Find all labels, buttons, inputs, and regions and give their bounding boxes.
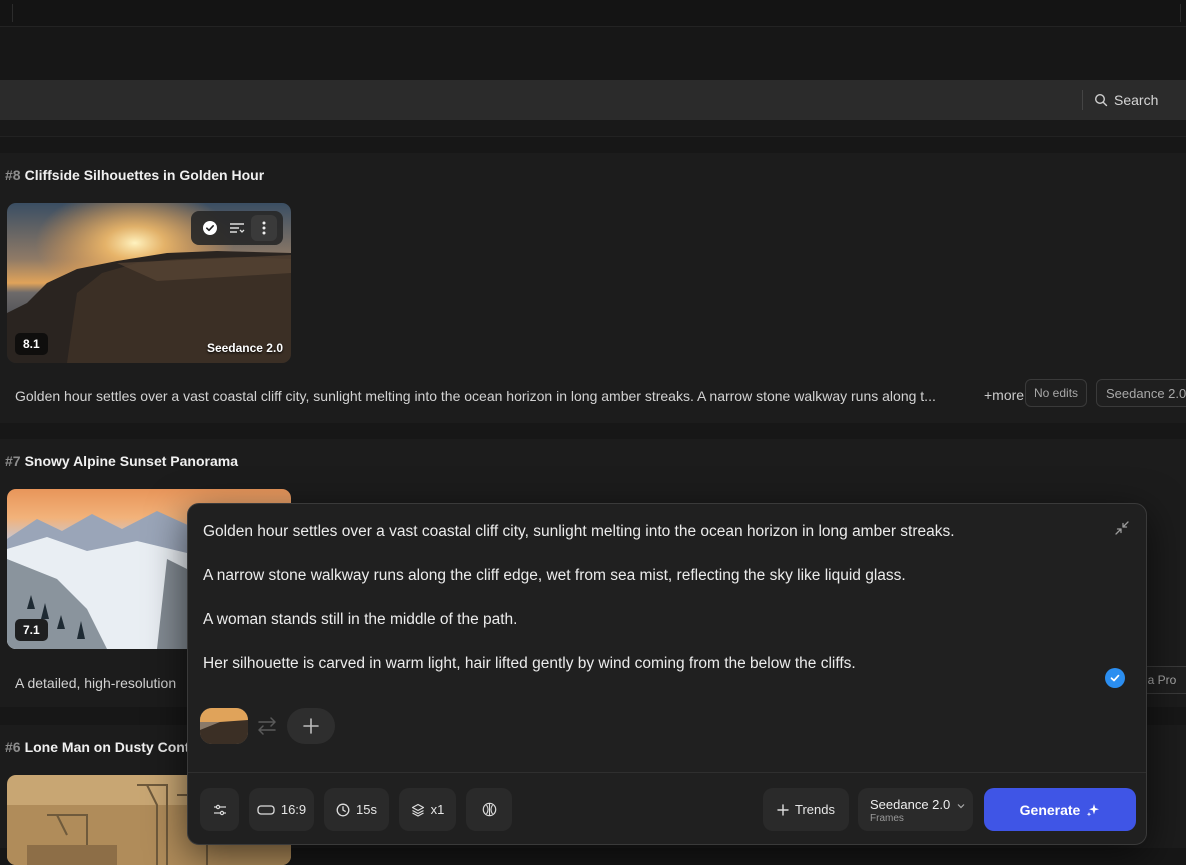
thumbnail-actions [191,211,283,245]
card-description: A detailed, high-resolution [15,675,177,691]
aspect-ratio-value: 16:9 [280,802,307,817]
prompt-text[interactable]: Golden hour settles over a vast coastal … [203,522,1083,698]
prompt-line: Golden hour settles over a vast coastal … [203,523,955,540]
card-title: #7 Snowy Alpine Sunset Panorama [5,453,238,469]
select-button[interactable] [197,215,223,241]
plus-icon [777,803,789,816]
more-link[interactable]: +more [984,387,1024,403]
adjust-icon [229,223,245,233]
model-name: Seedance 2.0 [870,797,951,812]
panel-divider [188,772,1146,773]
swap-button[interactable] [256,716,278,736]
toolbar: Search [0,80,1186,120]
card-number: #8 [5,167,21,183]
card-description: Golden hour settles over a vast coastal … [15,388,936,404]
generate-label: Generate [1019,801,1081,818]
card-title-text: Lone Man on Dusty Cont [24,739,190,755]
score-badge: 8.1 [15,333,48,355]
aspect-ratio-button[interactable]: 16:9 [249,788,314,831]
duration-button[interactable]: 15s [324,788,389,831]
score-badge: 7.1 [15,619,48,641]
card-title: #8 Cliffside Silhouettes in Golden Hour [5,167,264,183]
more-vertical-icon [262,221,266,235]
duration-value: 15s [356,802,377,817]
clock-icon [336,803,350,816]
prompt-line: A woman stands still in the middle of th… [203,611,518,628]
adjust-button[interactable] [224,215,250,241]
card-title: #6 Lone Man on Dusty Cont [5,739,189,755]
card-title-text: Snowy Alpine Sunset Panorama [24,453,238,469]
card-number: #7 [5,453,21,469]
swap-icon [258,717,276,735]
toolbar-divider [1082,90,1083,110]
spacer [0,120,1186,137]
video-thumbnail[interactable]: 8.1 Seedance 2.0 [7,203,291,363]
check-circle-icon [1105,668,1125,688]
reference-image[interactable] [200,708,248,744]
card-title-text: Cliffside Silhouettes in Golden Hour [24,167,265,183]
aspect-ratio-icon [257,804,275,815]
divider [1180,4,1181,22]
top-bar [0,0,1186,27]
generate-button[interactable]: Generate [984,788,1136,831]
divider [12,4,13,22]
count-value: x1 [430,802,445,817]
check-circle-icon [203,221,218,235]
style-button[interactable] [466,788,512,831]
model-selector[interactable]: Seedance 2.0 Frames [858,788,973,831]
reference-thumbnail [200,708,248,744]
trends-label: Trends [795,802,835,817]
search-label: Search [1114,92,1159,108]
more-options-button[interactable] [250,215,277,241]
model-mode: Frames [870,813,904,824]
plus-icon [303,718,319,734]
layers-icon [411,803,424,817]
prompt-editor-panel: Golden hour settles over a vast coastal … [187,503,1147,845]
trends-button[interactable]: Trends [763,788,849,831]
add-reference-button[interactable] [287,708,335,744]
settings-sliders-icon [213,804,226,815]
sparkle-icon [1087,803,1100,816]
prompt-line: A narrow stone walkway runs along the cl… [203,567,906,584]
edit-status-tag: No edits [1025,379,1088,407]
settings-button[interactable] [200,788,239,831]
search-button[interactable]: Search [1094,89,1158,111]
count-button[interactable]: x1 [399,788,456,831]
model-label: Seedance 2.0 [206,341,283,355]
generation-card: #8Cliffside Silhouettes in Golden Hour [0,153,1186,423]
search-icon [1094,93,1108,107]
card-number: #6 [5,739,21,755]
chevron-down-icon [957,804,965,809]
model-tag[interactable]: Seedance 2.0 [1096,379,1186,407]
collapse-button[interactable] [1112,518,1132,538]
prompt-line: Her silhouette is carved in warm light, … [203,655,856,672]
collapse-icon [1115,521,1129,535]
style-icon [482,802,496,817]
